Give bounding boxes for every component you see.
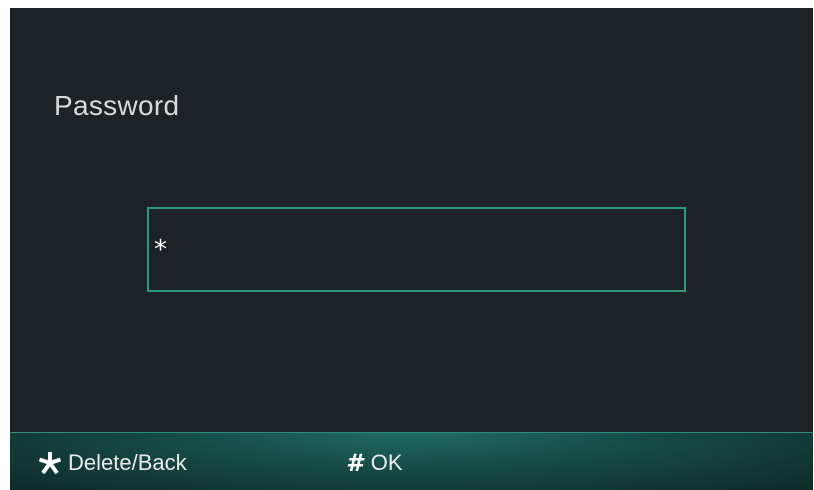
delete-back-label: Delete/Back — [68, 450, 187, 475]
page-title: Password — [54, 90, 180, 121]
password-masked-value: * — [154, 235, 167, 265]
key-hint-bar: Delete/Back # OK — [10, 432, 813, 490]
delete-back-hint[interactable]: Delete/Back — [38, 449, 187, 477]
password-input[interactable]: * — [147, 207, 686, 292]
ok-hint[interactable]: # OK — [346, 449, 403, 477]
asterisk-icon — [38, 451, 62, 475]
password-screen: Password * Delete/Back # OK — [10, 8, 813, 490]
hash-icon: # — [346, 449, 363, 477]
ok-label: OK — [370, 450, 403, 475]
